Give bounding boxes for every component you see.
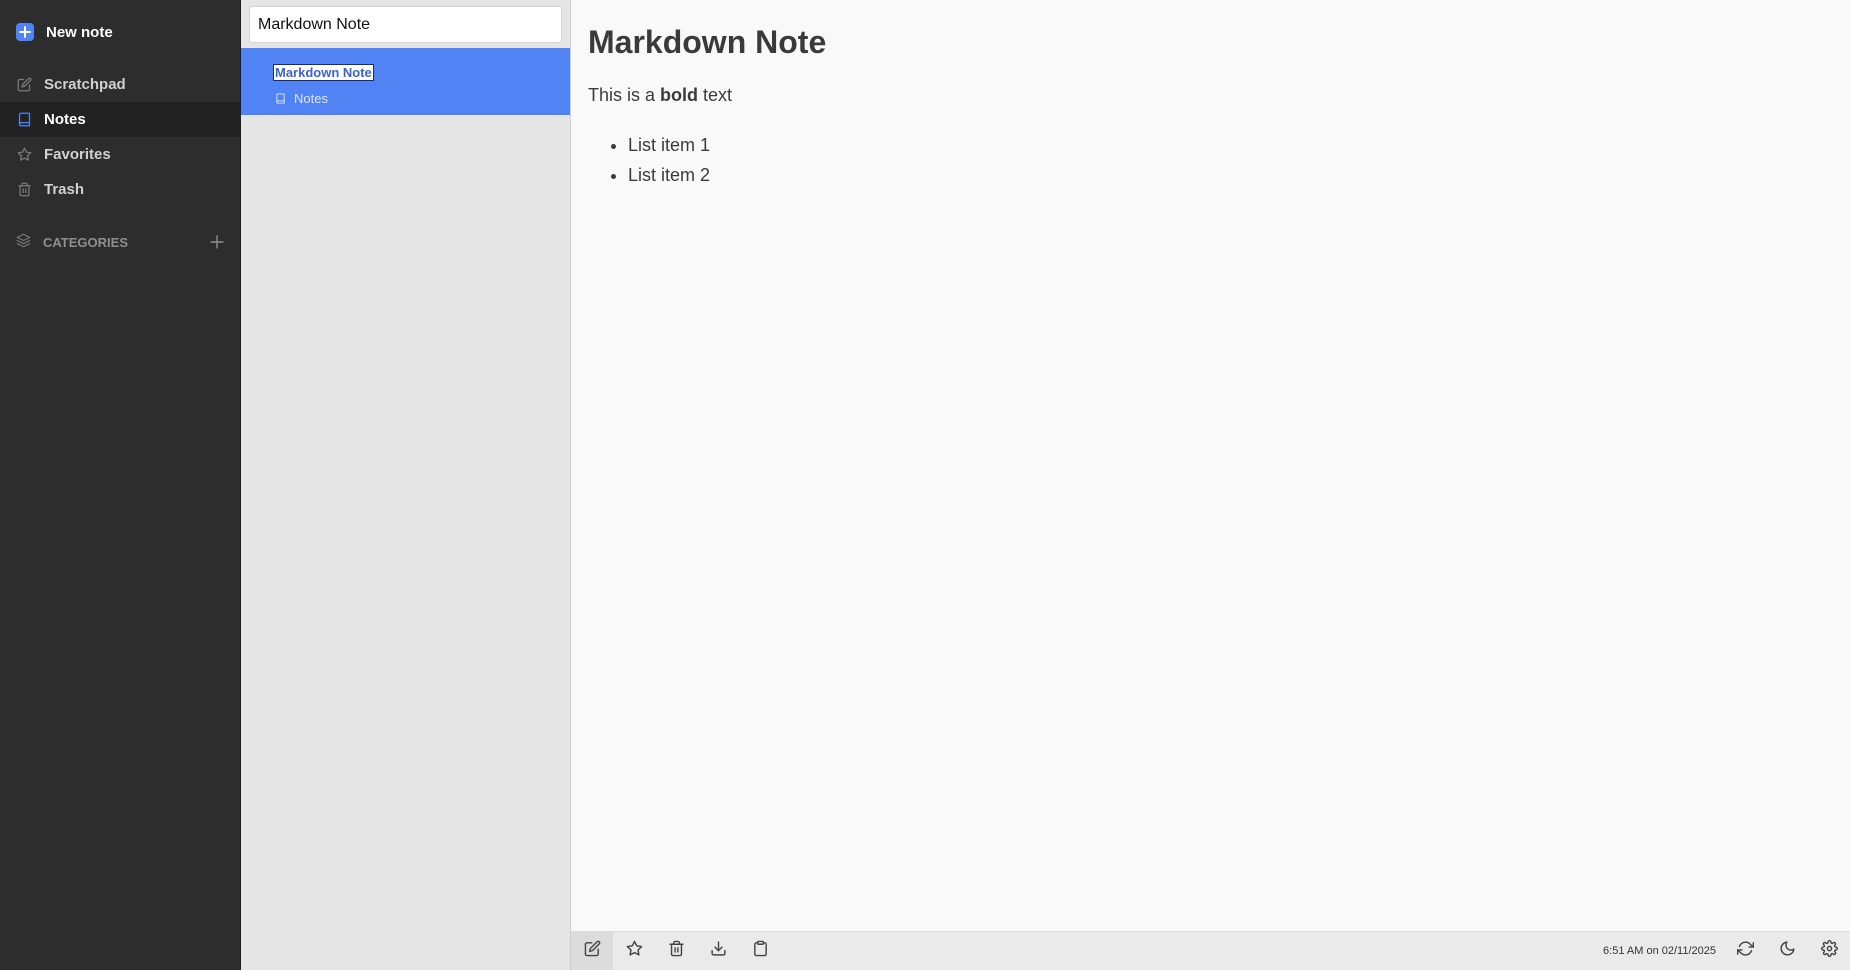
download-button[interactable] [697,932,739,970]
edit-icon [584,940,601,962]
delete-button[interactable] [655,932,697,970]
editor-footer: 6:51 AM on 02/11/2025 [571,931,1850,970]
edit-icon [16,77,32,93]
trash-icon [16,182,32,198]
note-heading: Markdown Note [588,24,827,60]
list-item[interactable]: Markdown Note Notes [241,48,570,115]
search-bar [241,0,570,48]
note-list-block: List item 1 List item 2 [588,130,1833,190]
gear-icon [1820,940,1838,962]
sidebar-nav: Scratchpad Notes Favorites Trash [0,67,240,207]
copy-button[interactable] [739,932,781,970]
layers-icon [16,233,31,251]
book-icon [274,93,286,105]
search-input[interactable] [249,6,562,43]
plus-icon [16,23,34,41]
clipboard-icon [752,940,769,962]
sidebar-item-label: Scratchpad [44,76,126,93]
sidebar-item-label: Trash [44,181,85,198]
sidebar-item-notes[interactable]: Notes [0,102,240,137]
sync-button[interactable] [1724,932,1766,970]
dark-mode-button[interactable] [1766,932,1808,970]
sidebar-item-label: Favorites [44,146,111,163]
new-note-label: New note [46,23,113,41]
note-title: Markdown Note [273,64,374,81]
sidebar-item-label: Notes [44,111,86,128]
new-note-button[interactable]: New note [0,17,240,47]
download-icon [710,940,727,962]
markdown-preview[interactable]: Markdown Note This is a bold text List i… [571,0,1850,931]
categories-label: CATEGORIES [43,234,128,250]
add-category-icon[interactable] [210,235,224,249]
sidebar: New note Scratchpad Notes Favorites Tras… [0,0,240,970]
paragraph-text: This is a [588,85,661,105]
favorite-button[interactable] [613,932,655,970]
list-item: List item 2 [628,160,1833,190]
list-item: List item 1 [628,130,1833,160]
note-paragraph: This is a bold text [588,85,1833,106]
categories-header: CATEGORIES [0,227,240,257]
star-icon [626,940,643,962]
note-list: Markdown Note Notes [240,0,571,970]
sidebar-item-favorites[interactable]: Favorites [0,137,240,172]
book-icon [16,112,32,128]
trash-icon [668,940,685,962]
sync-icon [1736,940,1754,962]
moon-icon [1779,940,1796,962]
sidebar-item-scratchpad[interactable]: Scratchpad [0,67,240,102]
editor: Markdown Note This is a bold text List i… [571,0,1850,970]
settings-button[interactable] [1808,932,1850,970]
app-window: New note Scratchpad Notes Favorites Tras… [0,0,1850,970]
paragraph-text: text [698,85,733,105]
note-category-label: Notes [294,91,328,106]
last-synced-status: 6:51 AM on 02/11/2025 [1603,945,1716,957]
sidebar-item-trash[interactable]: Trash [0,172,240,207]
note-category: Notes [274,91,570,106]
paragraph-bold: bold [660,85,699,105]
edit-mode-button[interactable] [571,932,613,970]
star-icon [16,147,32,163]
